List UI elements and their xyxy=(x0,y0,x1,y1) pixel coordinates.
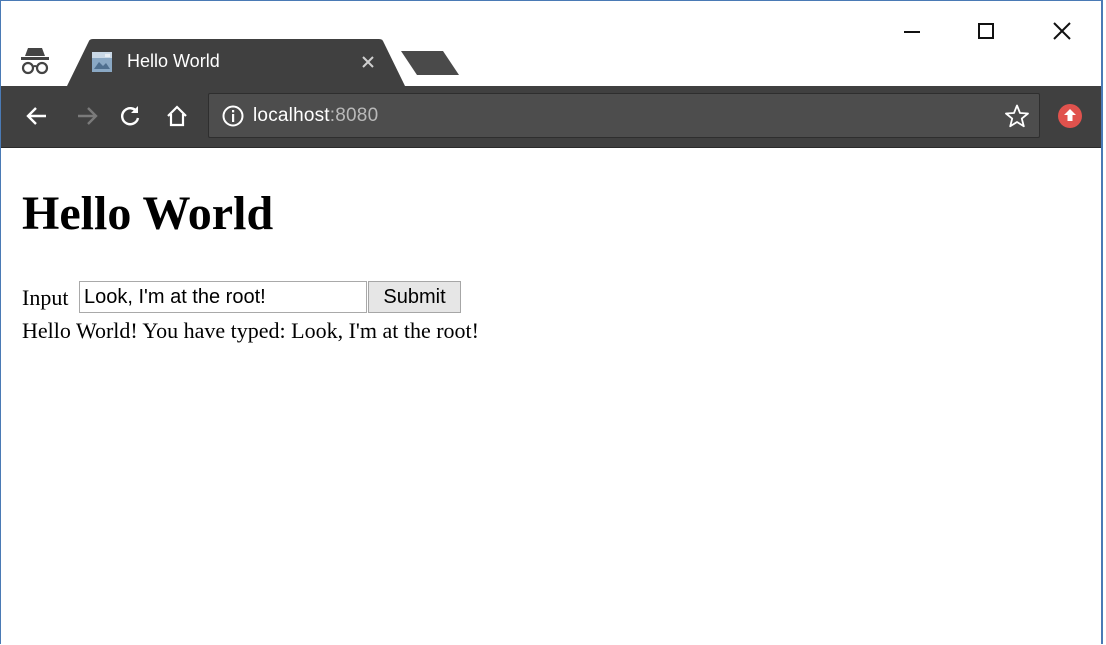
back-button[interactable] xyxy=(21,100,53,132)
tab-strip: Hello World xyxy=(1,1,1101,86)
submit-button[interactable]: Submit xyxy=(368,281,461,313)
minimize-icon xyxy=(904,31,920,33)
url-text[interactable]: localhost:8080 xyxy=(253,105,378,127)
page-favicon-icon xyxy=(92,52,112,72)
text-input[interactable] xyxy=(79,281,367,313)
home-icon xyxy=(167,105,187,127)
close-icon[interactable] xyxy=(357,51,379,73)
reload-icon xyxy=(121,106,140,126)
info-icon[interactable] xyxy=(221,104,245,128)
home-button[interactable] xyxy=(161,100,193,132)
tab-hello-world[interactable]: Hello World xyxy=(67,39,405,86)
result-text: Hello World! You have typed: Look, I'm a… xyxy=(22,318,479,343)
star-icon[interactable] xyxy=(1004,103,1030,129)
tab-background xyxy=(67,39,405,86)
arrow-right-icon xyxy=(78,107,98,125)
maximize-icon xyxy=(978,23,994,39)
new-tab-button[interactable] xyxy=(399,49,461,77)
tab-title: Hello World xyxy=(127,51,220,71)
incognito-icon xyxy=(21,48,49,75)
input-label: Input xyxy=(22,285,69,310)
reload-button[interactable] xyxy=(114,100,146,132)
address-bar[interactable]: localhost:8080 xyxy=(208,93,1040,138)
upload-badge-icon[interactable] xyxy=(1056,102,1084,130)
url-port: :8080 xyxy=(329,105,379,126)
page-title: Hello World xyxy=(22,187,274,240)
browser-window: Hello World localhost:8080 Hello World I… xyxy=(0,0,1103,644)
url-host: localhost xyxy=(253,105,330,126)
close-icon xyxy=(1053,22,1071,40)
maximize-button[interactable] xyxy=(951,1,1021,65)
window-close-button[interactable] xyxy=(1027,1,1097,65)
arrow-left-icon xyxy=(26,107,46,125)
forward-button[interactable] xyxy=(71,100,103,132)
page-content: Hello World Input Submit Hello World! Yo… xyxy=(1,148,1101,644)
browser-toolbar: localhost:8080 xyxy=(1,86,1101,148)
minimize-button[interactable] xyxy=(877,1,947,65)
